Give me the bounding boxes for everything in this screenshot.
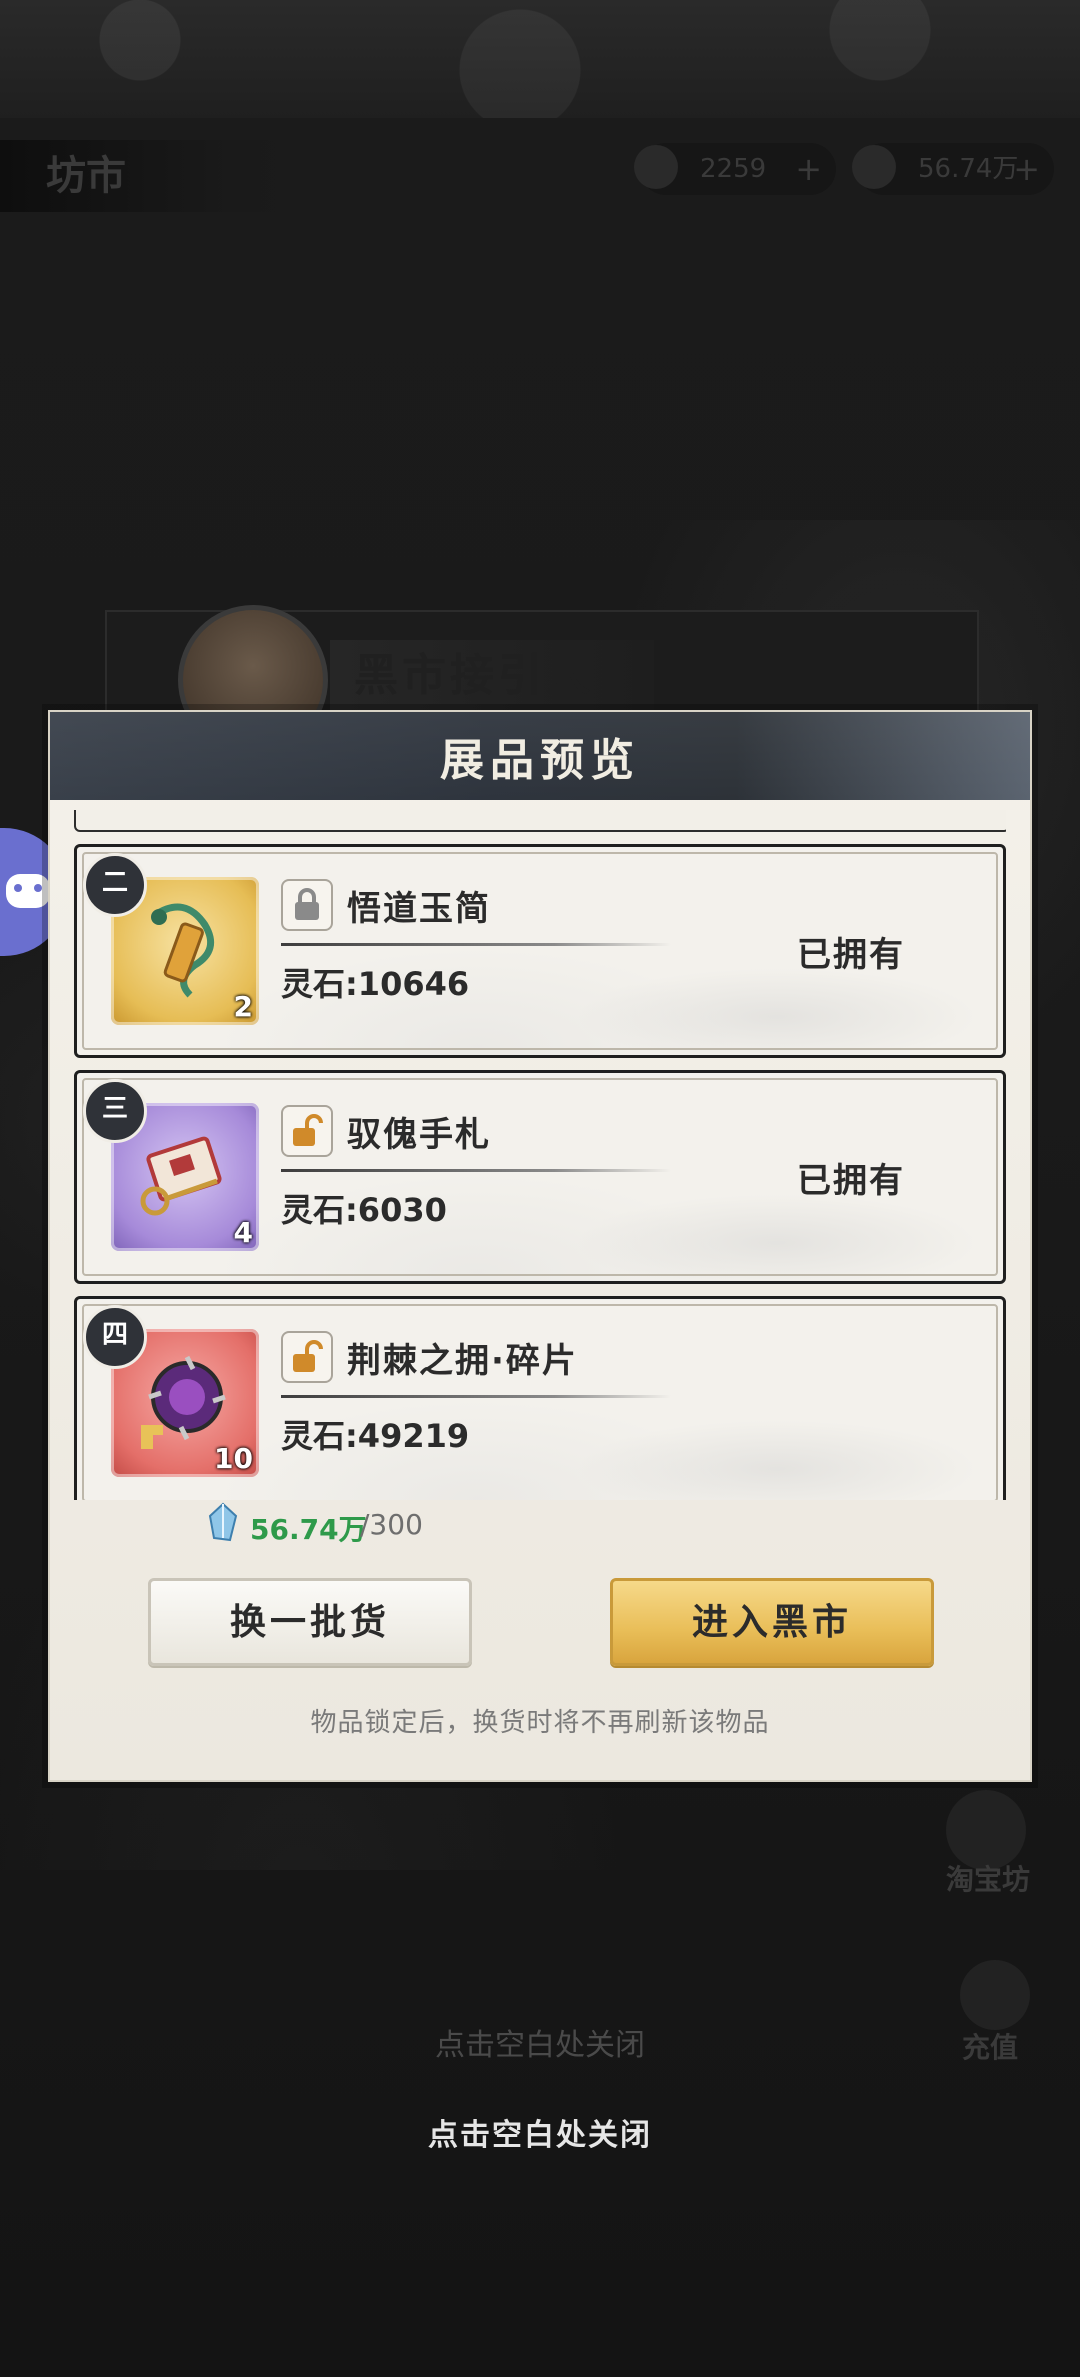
swap-goods-button[interactable]: 换一批货 — [148, 1578, 472, 1666]
exhibit-preview-modal: 展品预览 二 2 悟道玉简 灵石:10646 已拥有 三 4 驭傀手札 灵石:6… — [48, 710, 1032, 1782]
gourd-resource[interactable]: 56.74万 + — [852, 143, 1054, 195]
gourd-icon — [852, 145, 896, 189]
item-name: 荆棘之拥·碎片 — [347, 1341, 578, 1381]
gamepad-icon — [6, 874, 50, 908]
lock-open-icon — [293, 1114, 323, 1146]
spirit-stone-resource[interactable]: 2259 + — [634, 143, 836, 195]
item-name: 驭傀手札 — [347, 1115, 491, 1155]
lock-toggle[interactable] — [281, 1105, 333, 1157]
owned-status: 已拥有 — [797, 935, 905, 975]
add-spirit-stone-icon[interactable]: + — [795, 143, 822, 195]
list-item[interactable]: 四 10 荆棘之拥·碎片 灵石:49219 — [74, 1296, 1006, 1500]
rank-badge: 四 — [83, 1305, 147, 1369]
taobao-shop-button[interactable]: 淘宝坊 — [946, 1858, 1030, 1898]
list-item[interactable]: 二 2 悟道玉简 灵石:10646 已拥有 — [74, 844, 1006, 1058]
enter-black-market-button[interactable]: 进入黑市 — [610, 1578, 934, 1666]
item-price: 灵石:49219 — [281, 1417, 470, 1455]
npc-name: 黑市接引人 — [330, 640, 654, 712]
owned-status: 已拥有 — [797, 1161, 905, 1201]
divider — [281, 1395, 671, 1398]
close-hint-faded: 点击空白处关闭 — [435, 2028, 645, 2063]
spirit-stone-value: 2259 — [700, 154, 767, 184]
jade-scroll-icon — [151, 903, 215, 998]
lock-toggle[interactable] — [281, 879, 333, 931]
thorn-embrace-fragment-icon — [141, 1355, 226, 1449]
puppet-manual-icon — [140, 1136, 222, 1216]
item-quantity: 4 — [233, 1216, 253, 1249]
rank-badge: 二 — [83, 853, 147, 917]
list-item[interactable]: 三 4 驭傀手札 灵石:6030 已拥有 — [74, 1070, 1006, 1284]
top-decorative-band — [0, 0, 1080, 120]
item-price: 灵石:10646 — [281, 965, 470, 1003]
currency-required: /300 — [360, 1508, 423, 1541]
divider — [281, 1169, 671, 1172]
lock-closed-icon — [295, 888, 319, 920]
currency-owned: 56.74万 — [250, 1513, 367, 1546]
item-list[interactable]: 二 2 悟道玉简 灵石:10646 已拥有 三 4 驭傀手札 灵石:6030 已… — [74, 810, 1006, 1500]
item-price: 灵石:6030 — [281, 1191, 447, 1229]
scene-title: 坊市 — [0, 140, 290, 212]
item-quantity: 2 — [233, 990, 253, 1023]
close-hint[interactable]: 点击空白处关闭 — [0, 2110, 1080, 2154]
lock-note: 物品锁定后，换货时将不再刷新该物品 — [310, 1708, 770, 1738]
modal-header: 展品预览 — [50, 712, 1030, 800]
item-name: 悟道玉简 — [347, 889, 491, 929]
modal-title: 展品预览 — [440, 735, 640, 786]
gourd-value: 56.74万 — [918, 154, 1019, 184]
lock-toggle[interactable] — [281, 1331, 333, 1383]
lock-open-icon — [293, 1340, 323, 1372]
add-gourd-icon[interactable]: + — [1013, 143, 1040, 195]
previous-card-edge — [74, 810, 1006, 832]
item-quantity: 10 — [214, 1442, 253, 1475]
spirit-stone-icon — [208, 1502, 238, 1542]
spirit-stone-icon — [634, 145, 678, 189]
divider — [281, 943, 671, 946]
rank-badge: 三 — [83, 1079, 147, 1143]
